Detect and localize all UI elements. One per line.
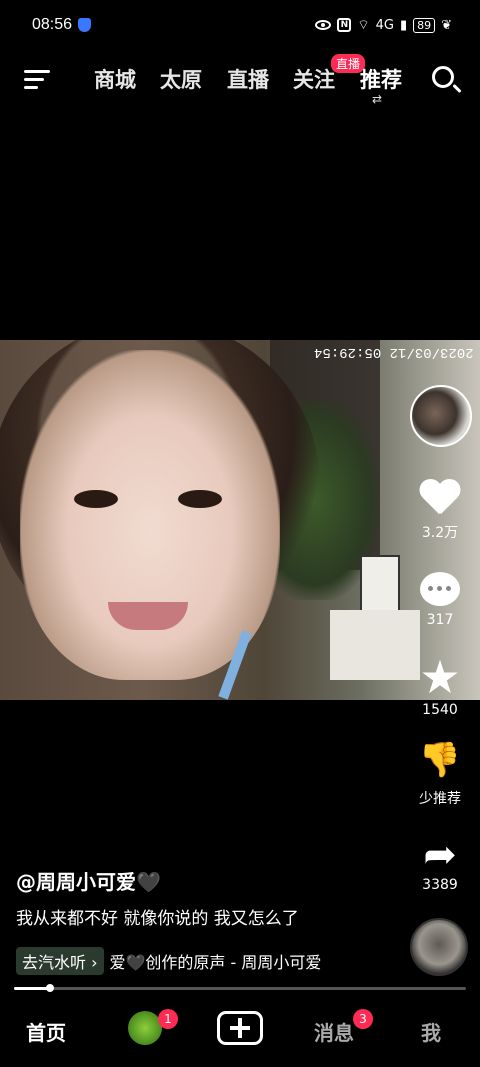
progress-handle[interactable]: [46, 984, 55, 992]
create-button[interactable]: [217, 1011, 263, 1045]
nfc-icon: N: [337, 18, 352, 32]
music-title[interactable]: 爱🖤创作的原声 - 周周小可爱: [110, 949, 322, 973]
author-name[interactable]: @周周小可爱🖤: [16, 866, 161, 895]
search-icon[interactable]: [432, 66, 454, 88]
friends-badge: 1: [158, 1009, 178, 1029]
comment-count: 317: [426, 612, 454, 628]
nav-messages[interactable]: 消息: [314, 1017, 354, 1046]
music-row[interactable]: 去汽水听 › 爱🖤创作的原声 - 周周小可爱: [16, 947, 352, 975]
wifi-icon: ⌔: [357, 18, 370, 33]
status-icons: N ⌔ 4G ▮ 89 ❦: [315, 17, 452, 33]
bottom-nav: 首页 1 消息 3 我: [0, 995, 480, 1067]
like-count: 3.2万: [421, 525, 459, 541]
comment-icon: [420, 572, 460, 606]
battery-icon: 89: [413, 17, 436, 33]
favorite-count: 1540: [422, 702, 458, 718]
progress-fill: [14, 987, 51, 990]
shield-icon: [78, 18, 92, 32]
progress-bar[interactable]: [14, 984, 466, 992]
top-nav: 商城 太原 直播 关注 直播 推荐 ⇄: [0, 50, 480, 108]
star-icon: ★: [419, 650, 461, 704]
tab-following[interactable]: 关注: [293, 64, 335, 94]
signal-icon: ▮: [399, 17, 408, 33]
menu-icon[interactable]: [24, 70, 50, 90]
status-time: 08:56: [32, 16, 73, 33]
tab-recommend[interactable]: 推荐: [360, 64, 402, 94]
nav-friends[interactable]: [128, 1011, 162, 1045]
swap-icon: ⇄: [372, 92, 383, 106]
leaf-icon: ❦: [441, 17, 452, 33]
dislike-label: 少推荐: [419, 791, 461, 807]
music-chip[interactable]: 去汽水听 ›: [16, 947, 104, 975]
creator-avatar[interactable]: [410, 385, 472, 447]
nav-me[interactable]: 我: [421, 1017, 441, 1046]
tab-taiyuan[interactable]: 太原: [160, 64, 202, 94]
dislike-button[interactable]: 👎 少推荐: [408, 740, 472, 808]
nav-home[interactable]: 首页: [26, 1017, 66, 1046]
share-icon: ➦: [423, 832, 457, 878]
messages-badge: 3: [353, 1009, 373, 1029]
comment-button[interactable]: 317: [408, 572, 472, 628]
post-description: 我从来都不好 就像你说的 我又怎么了: [16, 909, 299, 929]
share-button[interactable]: ➦ 3389: [408, 835, 472, 893]
video-timestamp: 2023/03/12 05:29:54: [314, 344, 474, 360]
tab-live[interactable]: 直播: [227, 64, 269, 94]
favorite-button[interactable]: ★ 1540: [408, 654, 472, 718]
thumbs-down-icon: 👎: [418, 740, 462, 780]
network-type: 4G: [375, 17, 394, 33]
share-count: 3389: [422, 877, 458, 893]
eye-icon: [315, 20, 332, 30]
music-disc[interactable]: [410, 918, 468, 976]
like-button[interactable]: 3.2万: [408, 480, 472, 542]
heart-icon: [419, 480, 461, 518]
tab-mall[interactable]: 商城: [94, 64, 136, 94]
status-bar: 08:56 N ⌔ 4G ▮ 89 ❦: [0, 0, 480, 50]
